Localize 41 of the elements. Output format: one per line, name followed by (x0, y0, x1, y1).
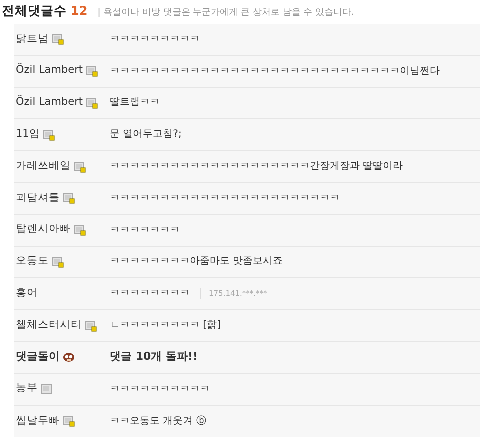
comment-text: ㅋㅋㅋㅋㅋㅋㅋㅋ아줌마도 맛좀보시죠 (110, 255, 284, 270)
member-icon (43, 128, 56, 141)
member-icon (74, 160, 86, 173)
nickname: 11임 (16, 126, 40, 142)
comment-text: 문 열어두고침?; (110, 128, 182, 142)
member-icon (85, 320, 97, 332)
member-icon (52, 256, 64, 268)
comment-text: ㅋㅋㅋㅋㅋㅋㅋㅋㅋㅋㅋㅋㅋㅋㅋㅋㅋㅋㅋㅋㅋㅋㅋ (110, 192, 340, 206)
nickname: 괴담셔틀 (16, 190, 60, 206)
member-icon (86, 65, 98, 78)
nickname: 농부 (16, 381, 38, 396)
member-icon (52, 33, 64, 46)
comment-text: ㅋㅋ오동도 개웃겨 ⓑ (110, 414, 206, 429)
comment-text: ㅋㅋㅋㅋㅋㅋㅋㅋㅋㅋ (110, 382, 210, 397)
comment-count: 12 (71, 3, 88, 20)
comment-text: ㄴㅋㅋㅋㅋㅋㅋㅋㅋ [핡] (110, 319, 221, 334)
comment-text: 댓글 10개 돌파!! (110, 349, 198, 366)
comment-text: 딸트랩ㅋㅋ (110, 96, 160, 110)
nickname: Özil Lambert (16, 63, 84, 78)
member-icon (86, 96, 98, 109)
comment-text: ㅋㅋㅋㅋㅋㅋㅋㅋㅋㅋㅋㅋㅋㅋㅋㅋㅋㅋㅋㅋㅋㅋㅋㅋㅋㅋㅋㅋㅋ이님쩐다 (110, 64, 440, 79)
nickname: 씹날두빠 (16, 414, 60, 429)
comment-text: ㅋㅋㅋㅋㅋㅋㅋㅋ (110, 287, 190, 302)
nickname: 댓글돌이 (16, 349, 60, 366)
nickname: 홍어 (16, 286, 38, 301)
nickname: 오동도 (16, 254, 49, 270)
nickname: 닭트넘 (16, 32, 49, 47)
nickname: 가레쓰베일 (16, 158, 71, 174)
nickname: Özil Lambert (16, 95, 84, 110)
comment-count-label: 전체댓글수 (2, 2, 67, 20)
member-icon (41, 383, 53, 396)
notice-text: | 욕설이나 비방 댓글은 누군가에게 큰 상처로 남을 수 있습니다. (98, 7, 354, 20)
comment-text: ㅋㅋㅋㅋㅋㅋㅋㅋㅋㅋㅋㅋㅋㅋㅋㅋㅋㅋㅋㅋ간장게장과 딸딸이라 (110, 160, 404, 174)
comment-text: ㅋㅋㅋㅋㅋㅋㅋㅋㅋ (110, 32, 200, 47)
member-icon (74, 224, 86, 236)
nickname: 탑렌시아빠 (16, 222, 71, 238)
bot-face-icon (63, 351, 75, 364)
nickname: 첼체스터시티 (16, 318, 82, 333)
member-icon (63, 415, 75, 428)
member-icon (63, 192, 75, 204)
comment-text: ㅋㅋㅋㅋㅋㅋㅋ (110, 224, 180, 238)
